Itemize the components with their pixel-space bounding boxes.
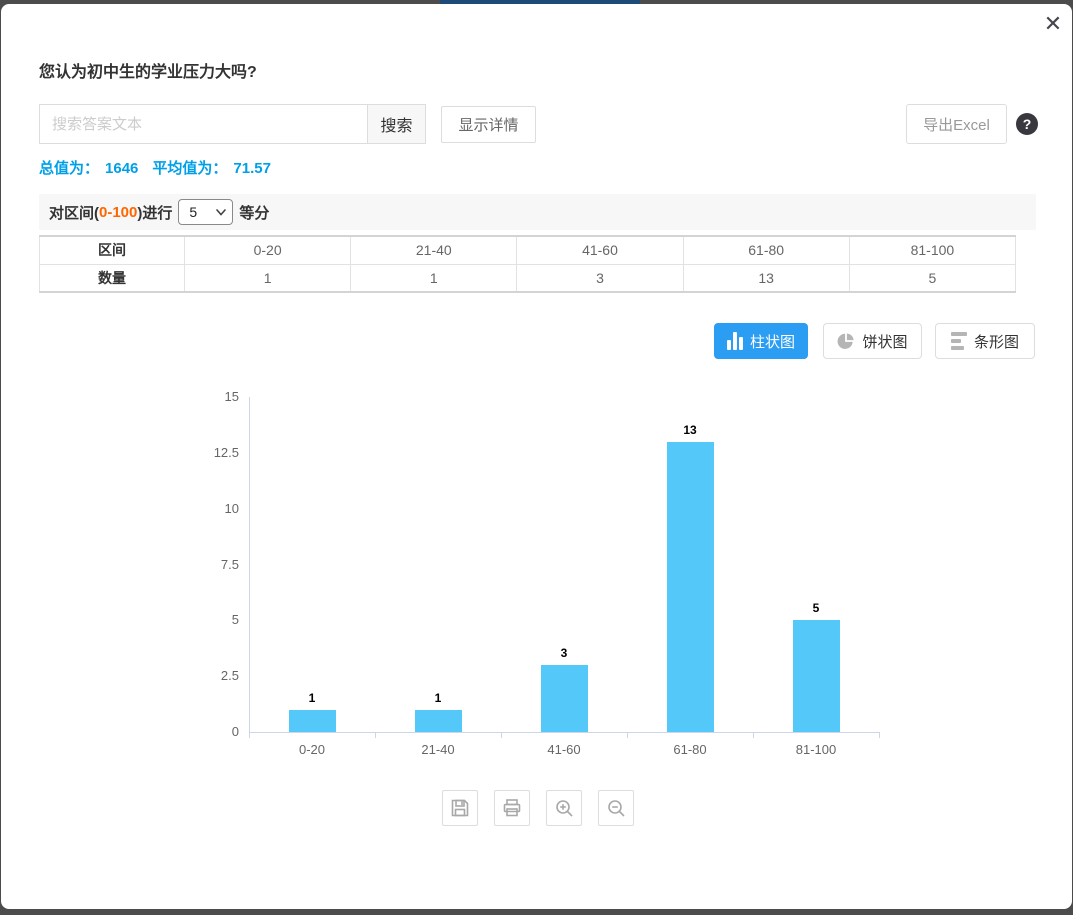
- bar-value-label: 1: [282, 691, 342, 705]
- hbar-chart-icon: [951, 332, 967, 350]
- table-cell: 41-60: [517, 236, 683, 264]
- x-axis-category-label: 81-100: [761, 742, 871, 757]
- stats-summary: 总值为： 1646 平均值为： 71.57: [39, 157, 285, 178]
- interval-prefix: 对区间(: [49, 202, 99, 223]
- close-icon[interactable]: ✕: [1039, 10, 1067, 38]
- interval-middle: )进行: [137, 202, 172, 223]
- row-header-count: 数量: [40, 264, 185, 292]
- x-axis-tick: [375, 732, 376, 738]
- bar-value-label: 13: [660, 423, 720, 437]
- pie-chart-tab[interactable]: 饼状图: [823, 323, 922, 359]
- question-title: 您认为初中生的学业压力大吗?: [39, 58, 257, 82]
- save-chart-button[interactable]: [442, 790, 478, 826]
- interval-count-select[interactable]: 5: [178, 199, 233, 225]
- x-axis-tick: [249, 732, 250, 738]
- bar-value-label: 5: [786, 601, 846, 615]
- interval-settings-bar: 对区间(0-100)进行 5 等分: [39, 194, 1036, 230]
- x-axis-tick: [501, 732, 502, 738]
- chart-bar[interactable]: [667, 442, 714, 732]
- y-axis-tick-label: 10: [139, 501, 239, 516]
- row-header-interval: 区间: [40, 236, 185, 264]
- y-axis-tick-label: 12.5: [139, 445, 239, 460]
- table-cell: 1: [351, 264, 517, 292]
- table-cell: 21-40: [351, 236, 517, 264]
- table-cell: 13: [683, 264, 849, 292]
- help-icon[interactable]: ?: [1016, 113, 1038, 135]
- table-cell: 81-100: [849, 236, 1015, 264]
- zoom-in-icon: [553, 797, 575, 819]
- print-icon: [501, 797, 523, 819]
- chart-bar[interactable]: [415, 710, 462, 732]
- x-axis-tick: [879, 732, 880, 738]
- table-row: 数量 1 1 3 13 5: [40, 264, 1016, 292]
- pie-chart-tab-label: 饼状图: [862, 331, 907, 352]
- zoom-out-button[interactable]: [598, 790, 634, 826]
- table-cell: 1: [185, 264, 351, 292]
- y-axis-tick-label: 0: [139, 724, 239, 739]
- zoom-in-button[interactable]: [546, 790, 582, 826]
- export-excel-button[interactable]: 导出Excel: [906, 104, 1007, 144]
- chevron-down-icon: [216, 209, 226, 216]
- average-value: 71.57: [233, 160, 271, 177]
- zoom-out-icon: [605, 797, 627, 819]
- show-detail-button[interactable]: 显示详情: [441, 106, 536, 143]
- table-cell: 3: [517, 264, 683, 292]
- search-input[interactable]: [39, 104, 368, 144]
- total-value: 1646: [105, 160, 138, 177]
- x-axis-line: [249, 732, 880, 733]
- bar-chart-tab-label: 柱状图: [750, 331, 795, 352]
- x-axis-category-label: 21-40: [383, 742, 493, 757]
- y-axis-tick-label: 2.5: [139, 668, 239, 683]
- frequency-table: 区间 0-20 21-40 41-60 61-80 81-100 数量 1 1 …: [39, 235, 1016, 293]
- print-chart-button[interactable]: [494, 790, 530, 826]
- x-axis-category-label: 0-20: [257, 742, 367, 757]
- chart-bar[interactable]: [289, 710, 336, 732]
- y-axis-tick-label: 7.5: [139, 557, 239, 572]
- x-axis-tick: [627, 732, 628, 738]
- table-cell: 0-20: [185, 236, 351, 264]
- bar-value-label: 1: [408, 691, 468, 705]
- table-cell: 61-80: [683, 236, 849, 264]
- interval-suffix: 等分: [239, 202, 269, 223]
- bar-chart-tab[interactable]: 柱状图: [714, 323, 808, 359]
- search-button[interactable]: 搜索: [367, 104, 426, 144]
- x-axis-category-label: 61-80: [635, 742, 745, 757]
- chart-bar[interactable]: [793, 620, 840, 732]
- table-row: 区间 0-20 21-40 41-60 61-80 81-100: [40, 236, 1016, 264]
- pie-chart-icon: [837, 332, 855, 350]
- x-axis-tick: [753, 732, 754, 738]
- interval-range: 0-100: [99, 204, 137, 221]
- bar-chart-icon: [727, 332, 743, 350]
- save-icon: [449, 797, 471, 819]
- average-label: 平均值为：: [152, 160, 227, 177]
- hbar-chart-tab-label: 条形图: [974, 331, 1019, 352]
- table-cell: 5: [849, 264, 1015, 292]
- x-axis-category-label: 41-60: [509, 742, 619, 757]
- hbar-chart-tab[interactable]: 条形图: [935, 323, 1035, 359]
- y-axis-tick-label: 5: [139, 612, 239, 627]
- y-axis-line: [249, 397, 250, 732]
- bar-value-label: 3: [534, 646, 594, 660]
- question-stats-modal: ✕ 您认为初中生的学业压力大吗? 搜索 显示详情 导出Excel ? 总值为： 1…: [1, 4, 1072, 909]
- interval-count-value: 5: [189, 204, 197, 220]
- y-axis-tick-label: 15: [139, 389, 239, 404]
- total-label: 总值为：: [39, 160, 99, 177]
- chart-bar[interactable]: [541, 665, 588, 732]
